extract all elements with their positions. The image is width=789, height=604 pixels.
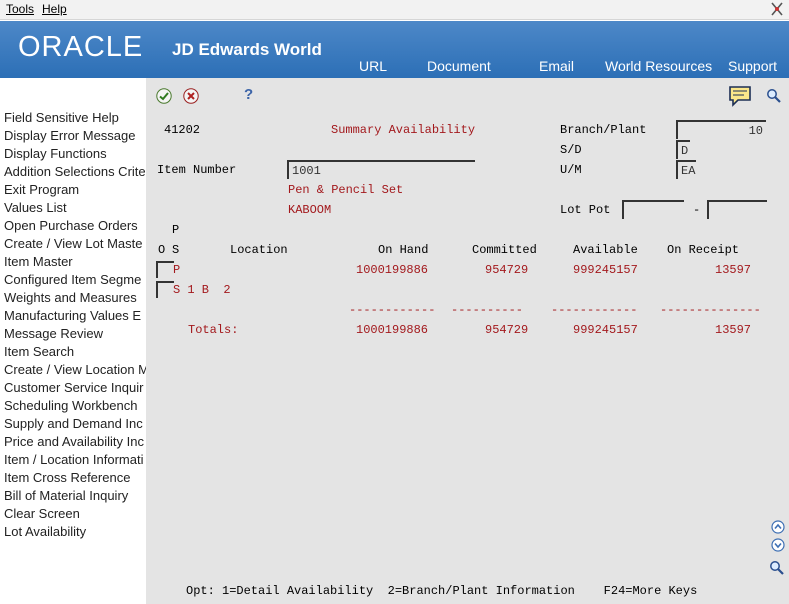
column-header-s: S: [172, 243, 180, 257]
row-1-on-hand: 1000199886: [356, 263, 429, 277]
sidebar-item-message-review[interactable]: Message Review: [4, 326, 103, 341]
menu-tools[interactable]: Tools: [6, 2, 34, 16]
sidebar: Field Sensitive Help Display Error Messa…: [0, 78, 146, 604]
separator-available: ------------: [551, 303, 638, 317]
sidebar-item-values-list[interactable]: Values List: [4, 200, 67, 215]
totals-on-hand: 1000199886: [356, 323, 429, 337]
header-banner: ORACLE JD Edwards World URL Document Ema…: [0, 21, 789, 78]
sidebar-item-display-error-message[interactable]: Display Error Message: [4, 128, 136, 143]
sidebar-item-item-search[interactable]: Item Search: [4, 344, 74, 359]
totals-on-receipt: 13597: [715, 323, 752, 337]
sidebar-item-scheduling-workbench[interactable]: Scheduling Workbench: [4, 398, 137, 413]
option-field-row-2[interactable]: [156, 281, 174, 298]
ok-check-icon[interactable]: [156, 88, 172, 104]
page-title: Summary Availability: [331, 123, 476, 137]
lot-pot-from-field[interactable]: [622, 200, 684, 219]
sidebar-item-bill-of-material-inquiry[interactable]: Bill of Material Inquiry: [4, 488, 128, 503]
chat-bubble-icon[interactable]: [728, 84, 752, 108]
sidebar-item-item-master[interactable]: Item Master: [4, 254, 73, 269]
branch-plant-field[interactable]: 10: [676, 120, 766, 139]
search-magnifier-bottom-icon[interactable]: [769, 560, 785, 576]
separator-on-receipt: --------------: [660, 303, 761, 317]
row-1-ps: P: [173, 263, 181, 277]
sd-field[interactable]: D: [676, 140, 690, 159]
page-up-icon[interactable]: [771, 520, 785, 534]
sidebar-item-configured-item-segments[interactable]: Configured Item Segme: [4, 272, 141, 287]
sidebar-item-item-cross-reference[interactable]: Item Cross Reference: [4, 470, 130, 485]
column-header-on-hand: On Hand: [378, 243, 429, 257]
nav-world-resources[interactable]: World Resources: [605, 58, 712, 74]
cancel-x-icon[interactable]: [183, 88, 199, 104]
sidebar-item-supply-and-demand[interactable]: Supply and Demand Inc: [4, 416, 143, 431]
separator-on-hand: ------------: [349, 303, 436, 317]
um-field[interactable]: EA: [676, 160, 696, 179]
sidebar-item-clear-screen[interactable]: Clear Screen: [4, 506, 80, 521]
menu-bar: Tools Help: [0, 0, 789, 20]
lot-pot-label: Lot Pot: [560, 203, 611, 217]
row-1-on-receipt: 13597: [715, 263, 752, 277]
totals-label: Totals:: [188, 323, 239, 337]
column-header-location: Location: [230, 243, 288, 257]
nav-url[interactable]: URL: [359, 58, 387, 74]
sidebar-item-create-view-location[interactable]: Create / View Location M: [4, 362, 146, 377]
sidebar-item-display-functions[interactable]: Display Functions: [4, 146, 107, 161]
sidebar-item-field-sensitive-help[interactable]: Field Sensitive Help: [4, 110, 119, 125]
column-header-on-receipt: On Receipt: [667, 243, 740, 257]
option-field-row-1[interactable]: [156, 261, 174, 278]
branch-plant-label: Branch/Plant: [560, 123, 647, 137]
program-id: 41202: [164, 123, 201, 137]
item-number-label: Item Number: [157, 163, 237, 177]
menu-help[interactable]: Help: [42, 2, 67, 16]
lot-pot-to-field[interactable]: [707, 200, 767, 219]
um-label: U/M: [560, 163, 582, 177]
nav-email[interactable]: Email: [539, 58, 574, 74]
column-header-o: O: [158, 243, 166, 257]
column-header-available: Available: [573, 243, 638, 257]
lot-pot-dash: -: [693, 203, 701, 217]
function-keys-footer: Opt: 1=Detail Availability 2=Branch/Plan…: [186, 584, 698, 598]
row-1-available: 999245157: [573, 263, 638, 277]
sidebar-item-exit-program[interactable]: Exit Program: [4, 182, 79, 197]
nav-support[interactable]: Support: [728, 58, 777, 74]
sidebar-item-item-location-information[interactable]: Item / Location Informati: [4, 452, 143, 467]
item-description-2: KABOOM: [288, 203, 332, 217]
sidebar-item-lot-availability[interactable]: Lot Availability: [4, 524, 86, 539]
sidebar-item-customer-service-inquiry[interactable]: Customer Service Inquir: [4, 380, 143, 395]
exit-icon[interactable]: [769, 1, 785, 17]
sidebar-item-manufacturing-values[interactable]: Manufacturing Values E: [4, 308, 141, 323]
sidebar-item-price-and-availability[interactable]: Price and Availability Inc: [4, 434, 144, 449]
separator-committed: ----------: [451, 303, 524, 317]
sidebar-item-open-purchase-orders[interactable]: Open Purchase Orders: [4, 218, 138, 233]
row-2-location: S 1 B 2: [173, 283, 231, 297]
totals-committed: 954729: [485, 323, 529, 337]
product-name: JD Edwards World: [172, 40, 322, 59]
item-number-field[interactable]: 1001: [287, 160, 475, 179]
sidebar-item-weights-and-measures[interactable]: Weights and Measures: [4, 290, 137, 305]
main-panel: ? 41202 Summary Availability Branch/Plan…: [146, 78, 789, 604]
sidebar-item-create-view-lot-master[interactable]: Create / View Lot Maste: [4, 236, 143, 251]
search-magnifier-icon[interactable]: [766, 88, 782, 104]
item-description: Pen & Pencil Set: [288, 183, 404, 197]
column-header-p: P: [172, 223, 180, 237]
sd-label: S/D: [560, 143, 582, 157]
totals-available: 999245157: [573, 323, 638, 337]
oracle-logo: ORACLE: [18, 31, 144, 63]
help-question-icon[interactable]: ?: [244, 86, 253, 103]
nav-document[interactable]: Document: [427, 58, 491, 74]
column-header-committed: Committed: [472, 243, 537, 257]
page-down-icon[interactable]: [771, 538, 785, 552]
row-1-committed: 954729: [485, 263, 529, 277]
sidebar-item-addition-selections[interactable]: Addition Selections Crite: [4, 164, 146, 179]
